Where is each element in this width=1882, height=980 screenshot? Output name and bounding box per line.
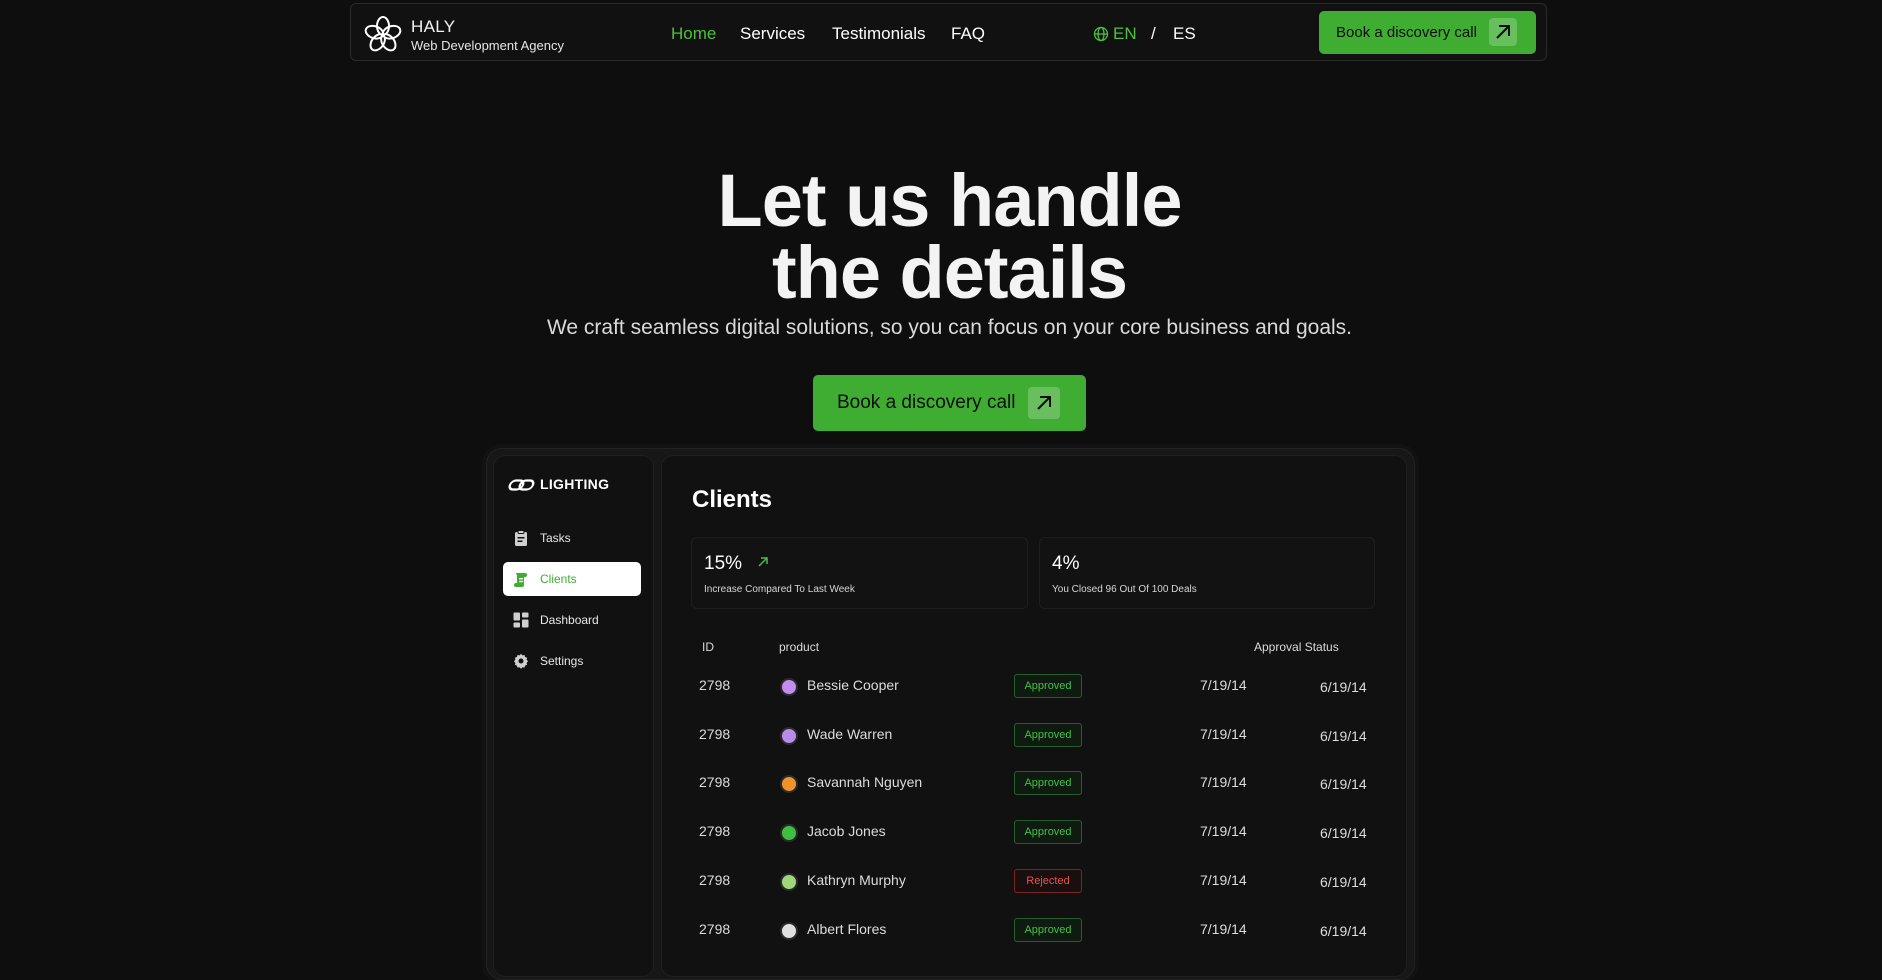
column-header-product[interactable]: product	[779, 640, 819, 654]
sidebar-item-settings[interactable]: Settings	[503, 644, 641, 678]
status-badge: Rejected	[1014, 868, 1082, 893]
sidebar-item-tasks[interactable]: Tasks	[503, 521, 641, 555]
hero-title-line2: the details	[772, 231, 1128, 314]
arrow-up-right-icon	[1489, 18, 1517, 46]
row-id: 2798	[699, 774, 731, 791]
globe-icon	[1093, 26, 1109, 42]
dashboard-main	[661, 455, 1407, 977]
row-date-1: 7/19/14	[1200, 823, 1247, 840]
status-badge: Approved	[1014, 917, 1082, 942]
avatar	[780, 872, 798, 891]
row-date-2: 6/19/14	[1320, 922, 1367, 939]
infinity-logo-icon	[508, 479, 535, 491]
sidebar-item-label: Clients	[540, 572, 577, 586]
row-id: 2798	[699, 677, 731, 693]
row-date-1: 7/19/14	[1200, 774, 1247, 791]
nav-book-call-label: Book a discovery call	[1336, 24, 1477, 41]
client-name: Jacob Jones	[807, 823, 886, 840]
gear-icon	[513, 653, 529, 669]
grid-icon	[513, 612, 529, 628]
hero-book-call-label: Book a discovery call	[837, 392, 1016, 413]
top-navbar: HALY Web Development Agency Home Service…	[350, 3, 1547, 61]
status-badge: Approved	[1014, 674, 1082, 698]
clipboard-icon	[515, 530, 527, 546]
nav-link-home[interactable]: Home	[671, 24, 716, 44]
nav-link-testimonials[interactable]: Testimonials	[832, 24, 926, 44]
row-date-2: 6/19/14	[1320, 825, 1367, 842]
nav-link-services[interactable]: Services	[740, 24, 805, 44]
row-id: 2798	[699, 871, 731, 888]
stat-card-increase: 15% Increase Compared To Last Week	[691, 537, 1028, 609]
hero-title-line1: Let us handle	[717, 159, 1183, 242]
row-date-1: 7/19/14	[1200, 871, 1247, 888]
status-badge: Approved	[1014, 771, 1082, 796]
arrow-up-right-icon	[1028, 387, 1060, 419]
brand-name[interactable]: HALY	[411, 17, 455, 37]
nav-link-faq[interactable]: FAQ	[951, 24, 985, 44]
hero-book-call-button[interactable]: Book a discovery call	[813, 375, 1086, 431]
row-date-1: 7/19/14	[1200, 677, 1247, 693]
row-id: 2798	[699, 920, 731, 937]
brand-tagline: Web Development Agency	[411, 38, 564, 53]
client-name: Wade Warren	[807, 725, 893, 742]
stat-value: 4%	[1052, 553, 1080, 574]
client-name: Savannah Nguyen	[807, 774, 923, 791]
hero-subtitle: We craft seamless digital solutions, so …	[546, 316, 1353, 339]
sidebar-item-clients[interactable]: Clients	[503, 562, 641, 596]
stat-caption: You Closed 96 Out Of 100 Deals	[1052, 584, 1197, 595]
language-separator: /	[1151, 24, 1156, 43]
language-en[interactable]: EN	[1113, 24, 1137, 44]
row-date-2: 6/19/14	[1320, 727, 1367, 744]
clients-title: Clients	[692, 486, 773, 513]
language-es[interactable]: ES	[1173, 24, 1196, 44]
avatar	[780, 726, 798, 745]
client-name: Albert Flores	[807, 920, 887, 937]
row-id: 2798	[699, 725, 731, 742]
column-header-approval-status[interactable]: Approval Status	[1254, 640, 1339, 654]
stat-card-deals: 4% You Closed 96 Out Of 100 Deals	[1039, 537, 1375, 609]
sidebar-item-dashboard[interactable]: Dashboard	[503, 603, 641, 637]
avatar	[780, 678, 798, 696]
sidebar-item-label: Dashboard	[540, 613, 599, 627]
status-badge: Approved	[1014, 820, 1082, 845]
row-date-1: 7/19/14	[1200, 920, 1247, 937]
scroll-icon	[514, 573, 527, 587]
stat-value: 15%	[704, 553, 743, 574]
arrow-up-right-icon	[758, 557, 768, 567]
stat-caption: Increase Compared To Last Week	[704, 584, 855, 595]
row-date-1: 7/19/14	[1200, 725, 1247, 742]
column-header-id[interactable]: ID	[702, 640, 714, 654]
client-name: Kathryn Murphy	[807, 871, 906, 888]
client-name: Bessie Cooper	[807, 677, 899, 693]
nav-book-call-button[interactable]: Book a discovery call	[1319, 11, 1536, 54]
avatar	[780, 824, 798, 843]
sidebar-item-label: Tasks	[540, 531, 571, 545]
status-badge: Approved	[1014, 722, 1082, 747]
avatar	[780, 921, 798, 940]
flower-logo-icon[interactable]	[363, 15, 403, 55]
row-date-2: 6/19/14	[1320, 679, 1367, 695]
row-date-2: 6/19/14	[1320, 776, 1367, 793]
row-date-2: 6/19/14	[1320, 873, 1367, 890]
dashboard-brand: LIGHTING	[540, 476, 610, 492]
sidebar-item-label: Settings	[540, 654, 584, 668]
row-id: 2798	[699, 823, 731, 840]
